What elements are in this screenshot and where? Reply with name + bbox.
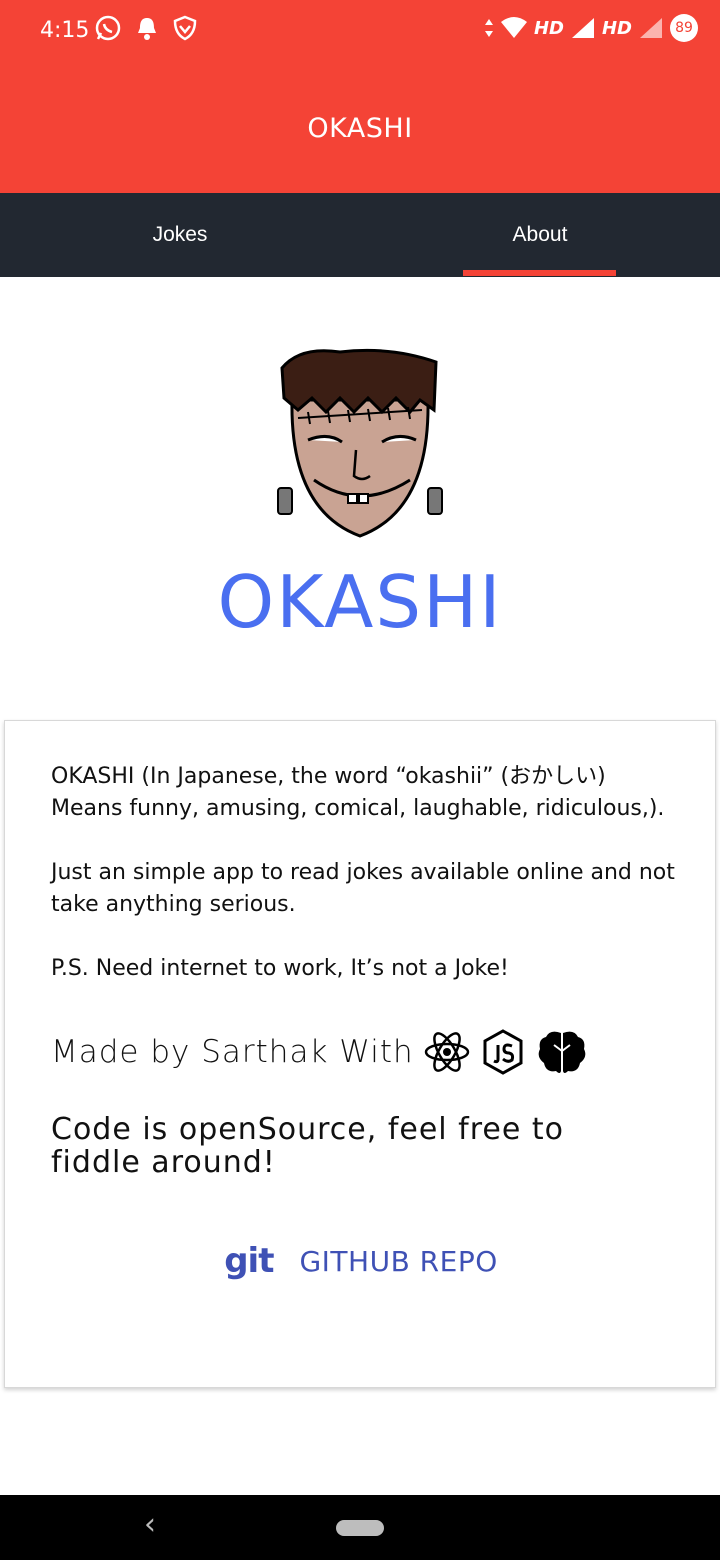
signal-icon xyxy=(571,18,594,38)
wifi-icon xyxy=(500,17,527,38)
battery-indicator: 89 xyxy=(670,14,698,42)
react-icon xyxy=(424,1032,469,1072)
whatsapp-icon xyxy=(95,15,121,41)
about-paragraph-3: P.S. Need internet to work, It’s not a J… xyxy=(51,956,509,981)
tab-indicator xyxy=(463,270,616,276)
made-by-line: Made by Sarthak With xyxy=(51,1029,588,1075)
network-label-2: HD xyxy=(601,17,632,39)
status-time: 4:15 xyxy=(40,18,90,43)
brain-icon xyxy=(538,1031,585,1073)
about-paragraph-2: Just an simple app to read jokes availab… xyxy=(51,860,675,917)
about-paragraph-1: OKASHI (In Japanese, the word “okashii” … xyxy=(51,764,665,821)
mascot-face-icon xyxy=(277,348,443,538)
made-by-text: Made by Sarthak With xyxy=(51,1034,414,1070)
shield-icon xyxy=(173,15,197,41)
mascot-logo xyxy=(0,340,720,545)
code-note: Code is openSource, feel free to fiddle … xyxy=(51,1112,564,1180)
status-bar: 4:15 HD HD 89 xyxy=(0,0,720,64)
system-nav-bar: ‹ xyxy=(0,1495,720,1560)
brand-title: OKASHI xyxy=(217,560,503,644)
tech-icons xyxy=(424,1029,588,1075)
signal-icon-2 xyxy=(640,18,662,38)
tab-jokes[interactable]: Jokes xyxy=(0,193,360,277)
nodejs-icon xyxy=(483,1029,523,1075)
app-title: OKASHI xyxy=(307,113,413,144)
status-icons-right: HD HD 89 xyxy=(484,14,698,42)
bell-icon xyxy=(138,18,156,40)
git-icon: git xyxy=(224,1241,274,1281)
status-icons-left xyxy=(94,14,198,42)
home-pill-icon[interactable] xyxy=(336,1520,384,1536)
github-repo-label: GITHUB REPO xyxy=(299,1244,498,1278)
about-card: OKASHI (In Japanese, the word “okashii” … xyxy=(4,720,716,1388)
github-repo-button[interactable]: git GITHUB REPO xyxy=(5,1241,717,1281)
tab-bar: Jokes About xyxy=(0,193,720,277)
back-icon[interactable]: ‹ xyxy=(144,1507,156,1542)
app-bar: OKASHI xyxy=(0,64,720,193)
tab-about[interactable]: About xyxy=(360,193,720,277)
data-arrows-icon xyxy=(484,19,493,37)
network-label-1: HD xyxy=(533,17,564,39)
